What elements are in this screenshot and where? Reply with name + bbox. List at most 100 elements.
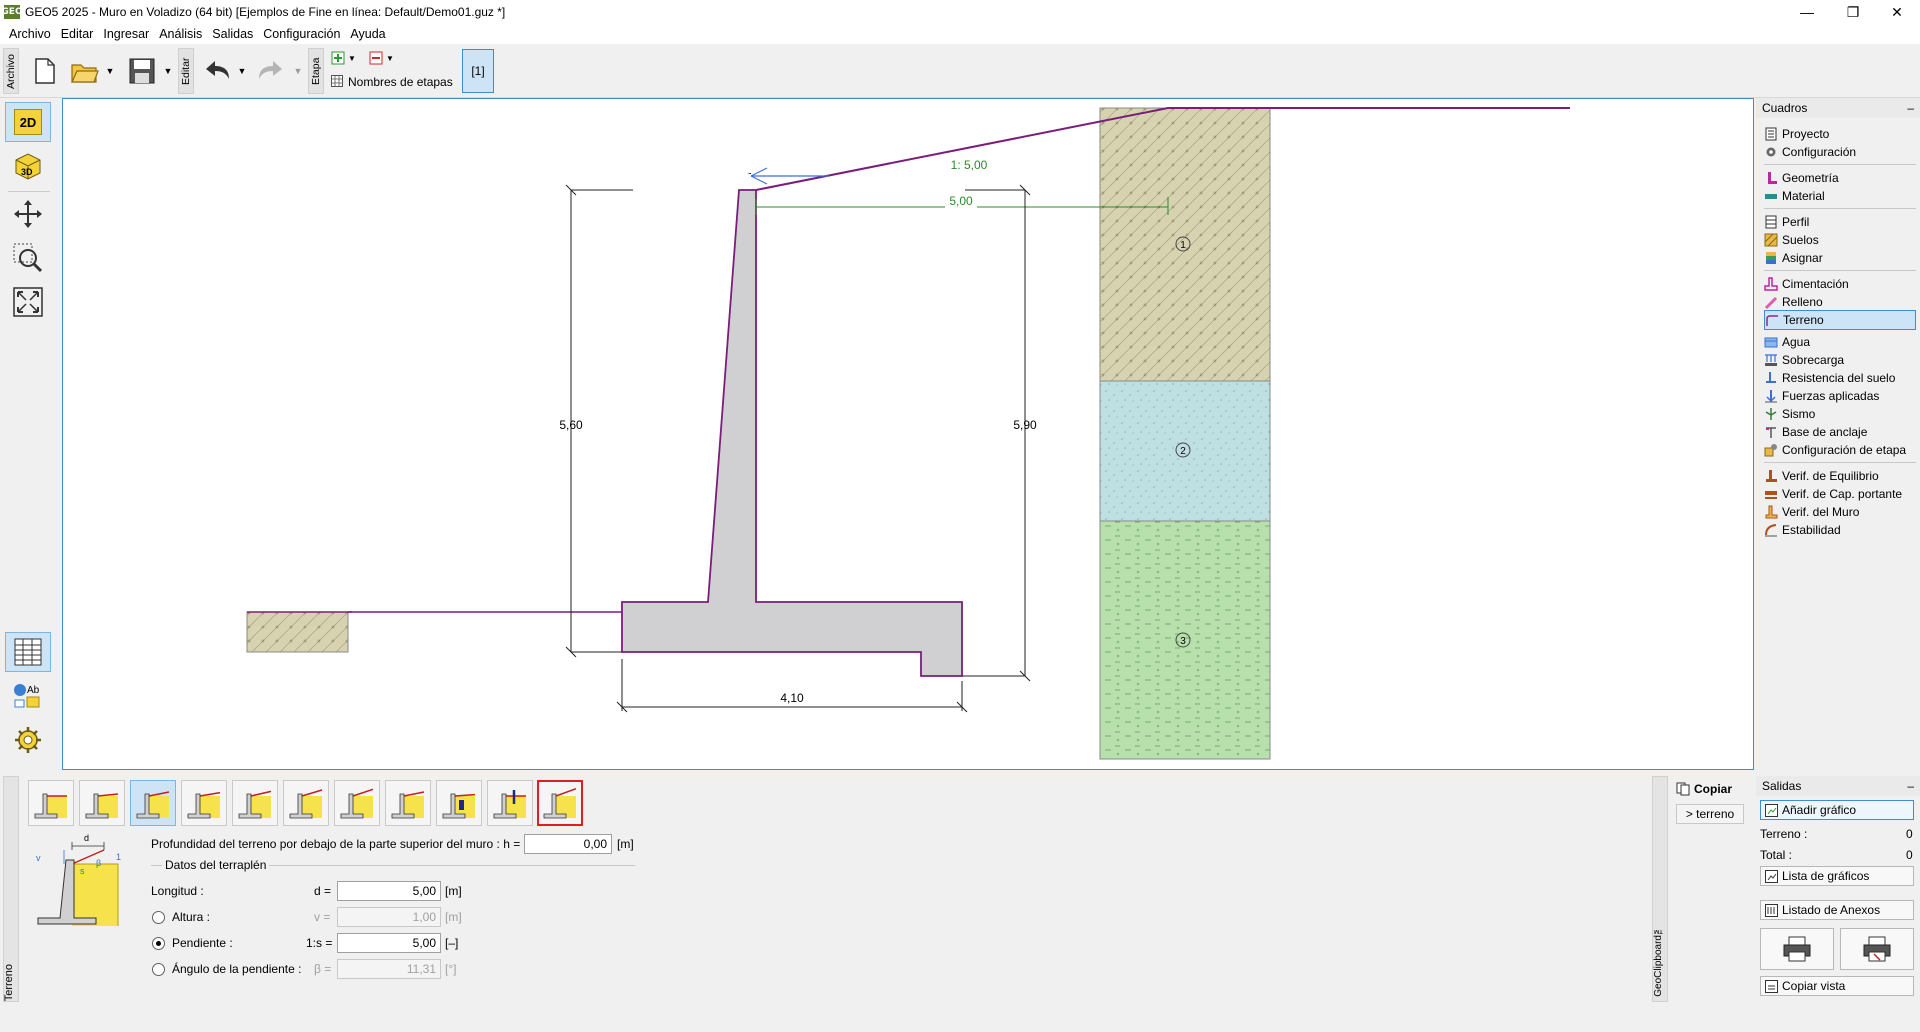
styles-button[interactable]: Ab — [5, 676, 51, 716]
slope-label: 1: 5,00 — [951, 158, 988, 172]
frame-item-config-etapa[interactable]: Configuración de etapa — [1764, 440, 1916, 460]
frame-item-agua[interactable]: Agua — [1764, 332, 1916, 352]
frame-item-proyecto[interactable]: Proyecto — [1764, 124, 1916, 144]
geoclipboard-tab[interactable]: GeoClipboard™ — [1652, 776, 1668, 1002]
terrain-shape-icon — [340, 788, 374, 819]
undo-dropdown-icon[interactable]: ▼ — [236, 64, 248, 78]
terrain-shape-icon — [34, 793, 67, 819]
save-dropdown-icon[interactable]: ▼ — [162, 64, 174, 78]
zoom-icon — [13, 243, 43, 273]
angle-radio[interactable] — [152, 963, 165, 976]
depth-input[interactable] — [524, 834, 612, 854]
undo-icon[interactable] — [202, 56, 232, 86]
open-dropdown-icon[interactable]: ▼ — [104, 64, 116, 78]
terrain-frame-tab[interactable]: Terreno — [3, 776, 19, 1002]
terrain-shape-4-button[interactable] — [181, 780, 227, 826]
pan-button[interactable] — [5, 194, 51, 234]
frame-item-sismo[interactable]: Sismo — [1764, 404, 1916, 424]
frame-item-terreno[interactable]: Terreno — [1764, 310, 1916, 330]
frame-item-suelos[interactable]: Suelos — [1764, 230, 1916, 250]
frame-item-asignar[interactable]: Asignar — [1764, 248, 1916, 268]
terrain-shape-10-button[interactable] — [487, 780, 533, 826]
add-graphic-button[interactable]: Añadir gráfico — [1760, 800, 1914, 820]
paste-terrain-button[interactable]: > terreno — [1676, 804, 1744, 824]
terrain-shape-6-button[interactable] — [283, 780, 329, 826]
frame-item-base-anclaje[interactable]: Base de anclaje — [1764, 422, 1916, 442]
print-preview-button[interactable] — [1840, 928, 1914, 970]
menu-analisis[interactable]: Análisis — [154, 24, 207, 44]
new-file-icon[interactable] — [30, 54, 60, 88]
open-folder-icon[interactable] — [70, 54, 100, 88]
app-logo: GEO — [1, 5, 23, 19]
terrain-shape-8-button[interactable] — [385, 780, 431, 826]
frame-item-configuracion[interactable]: Configuración — [1764, 142, 1916, 162]
frame-item-verif-cap-portante[interactable]: Verif. de Cap. portante — [1764, 484, 1916, 504]
slope-radio[interactable] — [152, 937, 165, 950]
slope-input[interactable] — [337, 933, 441, 953]
menu-ayuda[interactable]: Ayuda — [345, 24, 390, 44]
toolbar: Archivo ▼ ▼ Editar ▼ ▼ Etapa ▼ ▼ Nombres… — [0, 44, 1920, 98]
settings-button[interactable] — [5, 720, 51, 760]
frames-collapse-button[interactable]: – — [1907, 101, 1914, 115]
angle-label: Ángulo de la pendiente : — [172, 962, 302, 976]
frame-item-verif-muro[interactable]: Verif. del Muro — [1764, 502, 1916, 522]
menu-configuracion[interactable]: Configuración — [258, 24, 345, 44]
save-icon[interactable] — [126, 54, 158, 88]
terrain-shape-5-button[interactable] — [232, 780, 278, 826]
print-button[interactable] — [1760, 928, 1834, 970]
terrain-shape-2-button[interactable] — [79, 780, 125, 826]
terrain-shape-icon — [543, 787, 577, 819]
outputs-collapse-button[interactable]: – — [1907, 779, 1914, 793]
frame-item-perfil[interactable]: Perfil — [1764, 212, 1916, 232]
outputs-title: Salidas — [1762, 779, 1802, 793]
terrain-shape-icon — [136, 791, 170, 819]
close-button[interactable]: ✕ — [1874, 0, 1920, 24]
drawing-canvas[interactable]: 1 2 3 1: 5,00 5,00 5,60 5,90 4,10 — [62, 98, 1754, 770]
length-input[interactable] — [337, 881, 441, 901]
view-3d-button[interactable]: 3D — [5, 146, 51, 186]
add-stage-icon[interactable] — [330, 50, 346, 66]
remove-stage-icon[interactable] — [368, 50, 384, 66]
remove-stage-dropdown-icon[interactable]: ▼ — [385, 51, 395, 65]
menu-ingresar[interactable]: Ingresar — [98, 24, 154, 44]
frame-item-fuerzas[interactable]: Fuerzas aplicadas — [1764, 386, 1916, 406]
terrain-shape-9-button[interactable] — [436, 780, 482, 826]
redo-dropdown-icon[interactable]: ▼ — [292, 64, 304, 78]
menu-salidas[interactable]: Salidas — [207, 24, 258, 44]
terrain-shape-11-button[interactable] — [537, 780, 583, 826]
stage-names-button[interactable]: Nombres de etapas — [348, 75, 453, 89]
height-radio[interactable] — [152, 911, 165, 924]
add-stage-dropdown-icon[interactable]: ▼ — [347, 51, 357, 65]
copy-button[interactable]: Copiar — [1676, 782, 1732, 796]
toolbar-group-archivo: Archivo — [3, 48, 19, 94]
frame-item-geometria[interactable]: Geometría — [1764, 168, 1916, 188]
slope-symbol: 1:s = — [306, 936, 333, 950]
frame-item-relleno[interactable]: Relleno — [1764, 292, 1916, 312]
stage-1-button[interactable]: [1] — [462, 49, 494, 93]
frame-item-estabilidad[interactable]: Estabilidad — [1764, 520, 1916, 540]
zoom-button[interactable] — [5, 238, 51, 278]
frame-item-cimentacion[interactable]: Cimentación — [1764, 274, 1916, 294]
menu-editar[interactable]: Editar — [56, 24, 99, 44]
frame-item-sobrecarga[interactable]: Sobrecarga — [1764, 350, 1916, 370]
height-input[interactable] — [337, 907, 441, 927]
terrain-shape-7-button[interactable] — [334, 780, 380, 826]
length-label: 5,00 — [949, 194, 973, 208]
graphics-list-button[interactable]: Lista de gráficos — [1760, 866, 1914, 886]
restore-button[interactable]: ❐ — [1830, 0, 1876, 24]
frame-item-verif-equilibrio[interactable]: Verif. de Equilibrio — [1764, 466, 1916, 486]
annex-list-button[interactable]: Listado de Anexos — [1760, 900, 1914, 920]
angle-input[interactable] — [337, 959, 441, 979]
frame-item-material[interactable]: Material — [1764, 186, 1916, 206]
sketch-v-label: v — [36, 853, 41, 863]
minimize-button[interactable]: — — [1784, 0, 1830, 24]
menu-archivo[interactable]: Archivo — [4, 24, 56, 44]
table-view-button[interactable] — [5, 632, 51, 672]
zoom-extents-button[interactable] — [5, 282, 51, 322]
view-2d-button[interactable]: 2D — [5, 102, 51, 142]
terrain-shape-3-button[interactable] — [130, 780, 176, 826]
copy-view-button[interactable]: Copiar vista — [1760, 976, 1914, 996]
frame-item-resistencia[interactable]: Resistencia del suelo — [1764, 368, 1916, 388]
redo-icon[interactable] — [256, 56, 286, 86]
terrain-shape-1-button[interactable] — [28, 780, 74, 826]
